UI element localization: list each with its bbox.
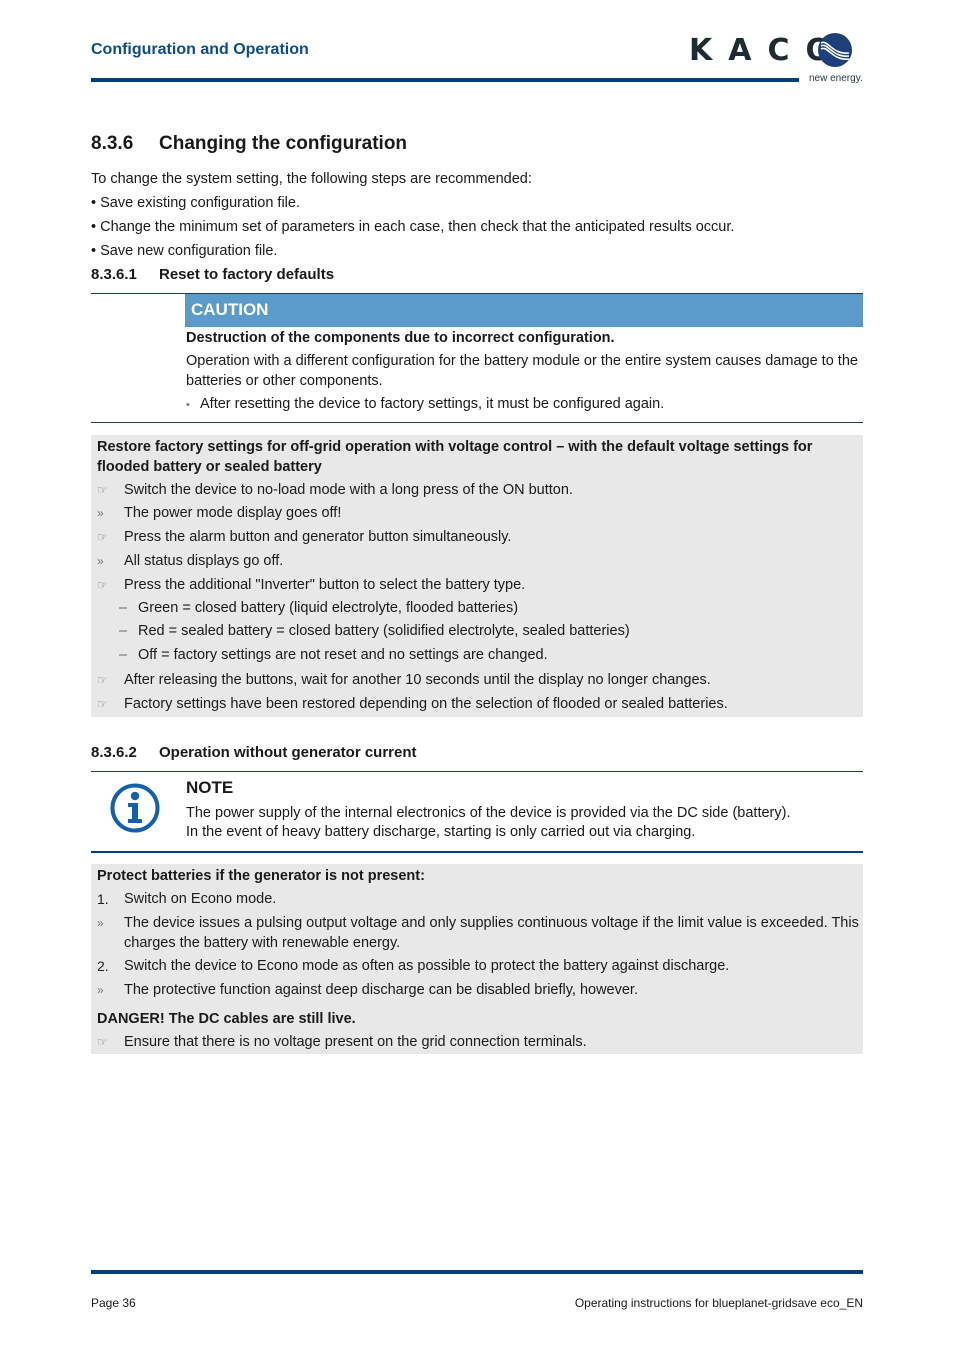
kaco-logo-tagline: new energy. [809, 73, 863, 84]
step-number: 2. [97, 958, 109, 974]
caution-bullet: • After resetting the device to factory s… [186, 395, 858, 416]
caution-body: Operation with a different configuration… [186, 353, 858, 389]
footer-rule [91, 1270, 863, 1274]
bullet-marker: • [186, 399, 190, 411]
section-bullet: • Save existing configuration file. [91, 195, 300, 211]
section-title: Changing the configuration [159, 133, 408, 154]
subsection-heading: 8.3.6.1 Reset to factory defaults [91, 266, 334, 283]
result-arrow-icon: » [97, 506, 104, 520]
note-text: In the event of heavy battery discharge,… [186, 824, 696, 840]
subsection-number: 8.3.6.2 [91, 744, 137, 761]
note-label: NOTE [186, 778, 234, 797]
section-intro: To change the system setting, the follow… [91, 171, 532, 187]
section-bullet: • Change the minimum set of parameters i… [91, 219, 735, 235]
caution-bullet-text: After resetting the device to factory se… [200, 396, 665, 412]
page-number: Page 36 [91, 1296, 136, 1310]
note-text: The power supply of the internal electro… [186, 805, 791, 821]
section-bullet: • Save new configuration file. [91, 243, 278, 259]
hand-pointer-icon: ☞ [97, 578, 108, 592]
header-rule [91, 78, 799, 82]
document-title: Operating instructions for blueplanet-gr… [574, 1296, 863, 1310]
danger-warning: DANGER! The DC cables are still live. [97, 1011, 356, 1027]
info-icon [110, 783, 160, 833]
subsection-number: 8.3.6.1 [91, 266, 137, 283]
step-number: 1. [97, 891, 109, 907]
result-arrow-icon: » [97, 983, 104, 997]
hand-pointer-icon: ☞ [97, 530, 108, 544]
result-arrow-icon: » [97, 554, 104, 568]
kaco-logo-icon [818, 33, 852, 67]
hand-pointer-icon: ☞ [97, 697, 108, 711]
note-bottom-rule [91, 851, 863, 853]
caution-banner [185, 294, 863, 327]
header-section-title: Configuration and Operation [91, 41, 309, 58]
subsection-title: Operation without generator current [159, 744, 417, 761]
caution-label: CAUTION [191, 300, 269, 319]
section-heading: 8.3.6 Changing the configuration [91, 133, 407, 155]
caution-bottom-rule [91, 422, 863, 423]
subsection-title: Reset to factory defaults [159, 266, 335, 283]
procedure-title: Restore factory settings for off-grid op… [97, 439, 813, 475]
hand-pointer-icon: ☞ [97, 673, 108, 687]
procedure-title: Protect batteries if the generator is no… [97, 868, 425, 884]
hand-pointer-icon: ☞ [97, 1035, 108, 1049]
result-arrow-icon: » [97, 916, 104, 930]
note-top-rule [91, 771, 863, 772]
section-number: 8.3.6 [91, 133, 134, 154]
caution-headline: Destruction of the components due to inc… [186, 330, 615, 346]
subsection-heading: 8.3.6.2 Operation without generator curre… [91, 744, 417, 761]
hand-pointer-icon: ☞ [97, 483, 108, 497]
